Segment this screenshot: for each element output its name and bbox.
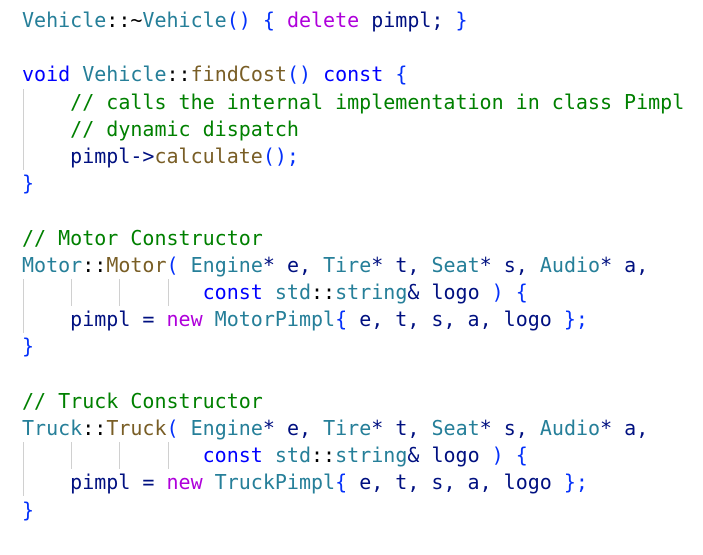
code-line: const std::string& logo ) {: [22, 442, 528, 469]
code-token: Vehicle: [22, 8, 107, 32]
code-token: Tire: [323, 416, 372, 440]
code-token: Vehicle: [142, 8, 227, 32]
code-token: (): [286, 62, 324, 87]
code-token: // dynamic dispatch: [22, 116, 299, 141]
code-token: string: [335, 443, 408, 468]
code-token: new: [166, 307, 203, 332]
code-token: * s,: [479, 416, 540, 440]
code-token: Seat: [431, 252, 480, 277]
code-token: pimpl =: [22, 470, 167, 495]
code-token: * s,: [479, 252, 540, 277]
code-line: // calls the internal implementation in …: [22, 89, 684, 116]
code-token: // Motor Constructor: [22, 225, 263, 250]
code-line: Motor::Motor( Engine* e, Tire* t, Seat* …: [22, 252, 648, 279]
code-token: {: [383, 62, 408, 87]
code-token: Truck: [22, 416, 83, 440]
code-token: Audio: [539, 252, 601, 277]
code-token: * t,: [371, 252, 432, 277]
code-line: pimpl = new MotorPimpl{ e, t, s, a, logo…: [22, 306, 588, 333]
code-token: Motor: [22, 252, 83, 277]
code-token: }: [22, 497, 35, 522]
code-line: Truck::Truck( Engine* e, Tire* t, Seat* …: [22, 415, 648, 442]
code-token: * a,: [600, 416, 649, 440]
code-token: delete: [286, 8, 360, 32]
code-line: // Motor Constructor: [22, 225, 263, 252]
code-token: ();: [262, 144, 299, 168]
code-token: findCost: [190, 62, 287, 87]
code-line: void Vehicle::findCost() const {: [22, 61, 407, 88]
code-token: e, t, s, a, logo: [359, 307, 564, 332]
code-token: ::: [311, 280, 336, 304]
code-token: Motor: [106, 252, 167, 277]
code-line: }: [22, 170, 34, 197]
code-token: ::: [311, 443, 336, 468]
code-token: (: [166, 252, 191, 277]
code-token: };: [563, 307, 588, 332]
code-token: MotorPimpl: [214, 307, 336, 332]
code-token: TruckPimpl: [214, 470, 336, 495]
code-token: // Truck Constructor: [22, 388, 263, 413]
code-line: pimpl = new TruckPimpl{ e, t, s, a, logo…: [22, 469, 588, 496]
code-line: // Truck Constructor: [22, 388, 263, 415]
code-token: Engine: [190, 416, 263, 440]
code-token: {: [335, 470, 360, 495]
code-token: }: [22, 171, 35, 196]
code-token: pimpl;: [359, 8, 456, 32]
code-token: * e,: [262, 252, 324, 277]
code-token: const: [323, 62, 384, 87]
code-token: };: [563, 470, 588, 495]
code-token: new: [166, 470, 203, 495]
code-token: }: [455, 8, 468, 32]
code-token: Seat: [431, 416, 480, 440]
code-token: Truck: [106, 416, 167, 440]
code-token: const: [202, 280, 263, 304]
code-token: & logo: [407, 280, 492, 304]
code-token: ::: [82, 252, 107, 277]
code-token: () {: [226, 8, 287, 32]
code-token: Engine: [190, 252, 263, 277]
code-token: calculate: [154, 144, 263, 168]
code-line: }: [22, 497, 34, 524]
code-token: Audio: [539, 416, 601, 440]
code-token: std: [274, 280, 312, 304]
code-line: const std::string& logo ) {: [22, 279, 528, 306]
code-token: ::~: [106, 8, 143, 32]
code-token: pimpl->: [22, 144, 155, 168]
code-token: e, t, s, a, logo: [359, 470, 564, 495]
code-token: // calls the internal implementation in …: [22, 89, 685, 114]
code-line: Vehicle::~Vehicle() { delete pimpl; }: [22, 7, 468, 34]
code-token: ) {: [491, 443, 528, 468]
code-token: std: [274, 443, 312, 468]
code-token: ::: [166, 62, 191, 87]
code-line: // dynamic dispatch: [22, 116, 299, 143]
code-token: void: [22, 62, 71, 87]
code-token: {: [335, 307, 360, 332]
code-token: (: [166, 416, 191, 440]
code-token: & logo: [407, 443, 492, 468]
code-token: Vehicle: [82, 62, 167, 87]
code-token: Tire: [323, 252, 372, 277]
code-token: ) {: [491, 280, 528, 304]
code-line: }: [22, 333, 34, 360]
code-token: ::: [82, 416, 107, 440]
code-token: string: [335, 280, 408, 304]
code-token: const: [202, 443, 263, 468]
code-token: * e,: [262, 416, 324, 440]
code-token: pimpl =: [22, 307, 167, 332]
code-editor[interactable]: Vehicle::~Vehicle() { delete pimpl; } voi…: [0, 0, 703, 555]
code-token: * t,: [371, 416, 432, 440]
code-token: * a,: [600, 252, 649, 277]
code-token: }: [22, 334, 35, 359]
code-line: pimpl->calculate();: [22, 143, 299, 170]
